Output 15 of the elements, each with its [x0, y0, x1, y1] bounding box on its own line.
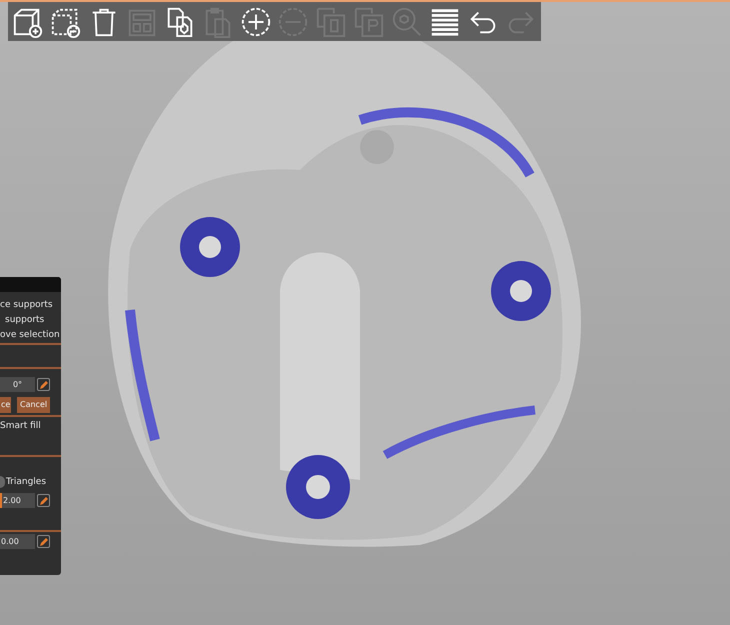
- angle-field[interactable]: 0°: [0, 377, 35, 392]
- menu-item[interactable]: ce supports: [0, 300, 53, 311]
- menu-item[interactable]: supports: [5, 315, 44, 326]
- menu-item[interactable]: ove selection: [0, 330, 60, 341]
- edit-icon[interactable]: [37, 494, 50, 507]
- panel-header: [0, 277, 61, 292]
- checkbox-label[interactable]: Smart fill: [0, 420, 41, 434]
- edit-icon[interactable]: [37, 378, 50, 391]
- action-button[interactable]: ce: [0, 397, 12, 413]
- action-button[interactable]: Cancel: [17, 397, 50, 413]
- radio-label: Triangles: [6, 476, 46, 489]
- edit-icon[interactable]: [37, 535, 50, 548]
- radio-button[interactable]: [0, 476, 5, 488]
- size-field[interactable]: 2.00: [0, 493, 35, 508]
- gap-field[interactable]: 0.00: [0, 534, 35, 549]
